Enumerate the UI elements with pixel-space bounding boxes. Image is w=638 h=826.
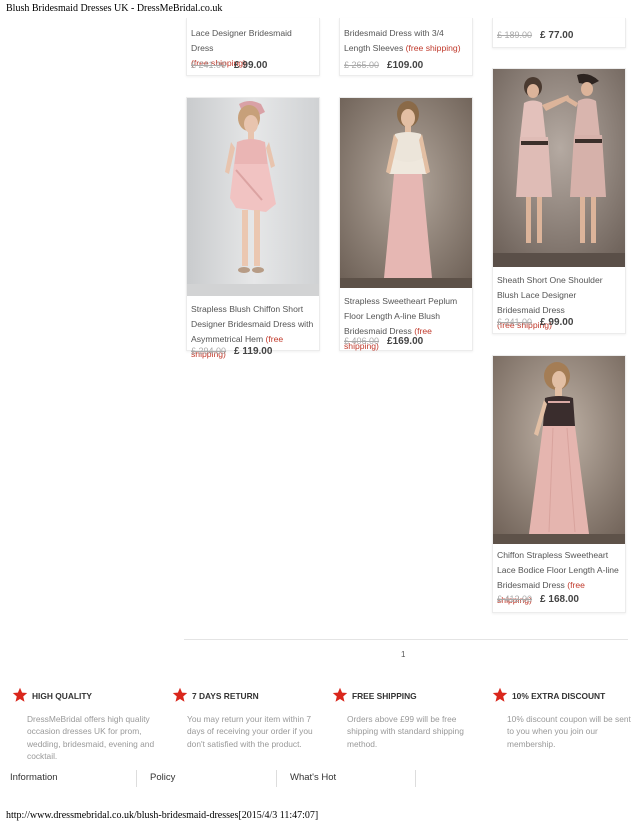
footer-nav-divider [415,770,416,787]
page-number-current[interactable]: 1 [401,650,405,659]
dress-photo-short-chiffon[interactable] [187,98,319,296]
shipping-note: (free shipping) [405,43,461,53]
print-header-title: Blush Bridesmaid Dresses UK - DressMeBri… [6,3,223,14]
product-card[interactable]: Chiffon Strapless Sweetheart Lace Bodice… [492,355,626,613]
dress-photo-two-lace-dresses[interactable] [493,69,625,267]
footer-nav: Information Policy What's Hot [0,770,638,790]
sale-price: £ 99.00 [540,317,574,328]
feature-description: You may return your item within 7 days o… [187,714,313,749]
feature-title: HIGH QUALITY [32,691,93,701]
dress-illustration [493,356,625,544]
feature-description: 10% discount coupon will be sent to you … [507,714,631,749]
dress-illustration [187,98,319,296]
dress-photo-peplum-floor[interactable] [340,98,472,288]
old-price: £ 412.00 [497,594,533,604]
old-price: £ 241.00 [191,60,227,70]
sale-price: £ 119.00 [234,346,273,357]
feature-description: DressMeBridal offers high quality occasi… [27,714,155,762]
product-name[interactable]: Strapless Blush Chiffon Short Designer B… [191,304,313,344]
product-name[interactable]: Strapless Sweetheart Peplum Floor Length… [344,296,457,336]
dress-photo-lace-bodice-gown[interactable] [493,356,625,544]
pagination-divider [184,639,628,640]
old-price: £ 406.00 [344,336,380,346]
old-price: £ 241.00 [497,317,533,327]
product-card[interactable]: Bridesmaid Dress with 3/4 Length Sleeves… [339,18,473,76]
product-card[interactable]: Strapless Blush Chiffon Short Designer B… [186,97,320,359]
product-card[interactable]: £ 189.00 £ 77.00 [492,18,626,48]
product-card[interactable]: Lace Designer Bridesmaid Dress (free shi… [186,18,320,76]
product-name[interactable]: Lace Designer Bridesmaid Dress [191,28,292,53]
red-star-icon [12,687,28,702]
product-card[interactable]: Sheath Short One Shoulder Blush Lace Des… [492,68,626,334]
footer-nav-information[interactable]: Information [10,772,58,783]
feature-title: FREE SHIPPING [352,691,417,701]
product-name[interactable]: Sheath Short One Shoulder Blush Lace Des… [497,275,603,315]
dress-illustration [493,69,625,267]
feature-title: 10% EXTRA DISCOUNT [512,691,606,701]
footer-nav-divider [136,770,137,787]
red-star-icon [492,687,508,702]
old-price: £ 265.00 [344,60,380,70]
red-star-icon [332,687,348,702]
sale-price: £ 99.00 [234,60,268,71]
sale-price: £ 168.00 [540,594,579,605]
sale-price: £ 77.00 [540,30,574,41]
dress-illustration [340,98,472,288]
sale-price: £169.00 [387,336,424,347]
footer-nav-whats-hot[interactable]: What's Hot [290,772,336,783]
old-price: £ 189.00 [497,30,533,40]
product-name[interactable]: Chiffon Strapless Sweetheart Lace Bodice… [497,550,619,590]
old-price: £ 294.00 [191,346,227,356]
sale-price: £109.00 [387,60,424,71]
feature-title: 7 DAYS RETURN [192,691,259,701]
feature-description: Orders above £99 will be free shipping w… [347,714,464,749]
product-card[interactable]: Strapless Sweetheart Peplum Floor Length… [339,97,473,351]
footer-nav-divider [276,770,277,787]
red-star-icon [172,687,188,702]
print-footer-url: http://www.dressmebridal.co.uk/blush-bri… [6,810,319,821]
footer-nav-policy[interactable]: Policy [150,772,175,783]
